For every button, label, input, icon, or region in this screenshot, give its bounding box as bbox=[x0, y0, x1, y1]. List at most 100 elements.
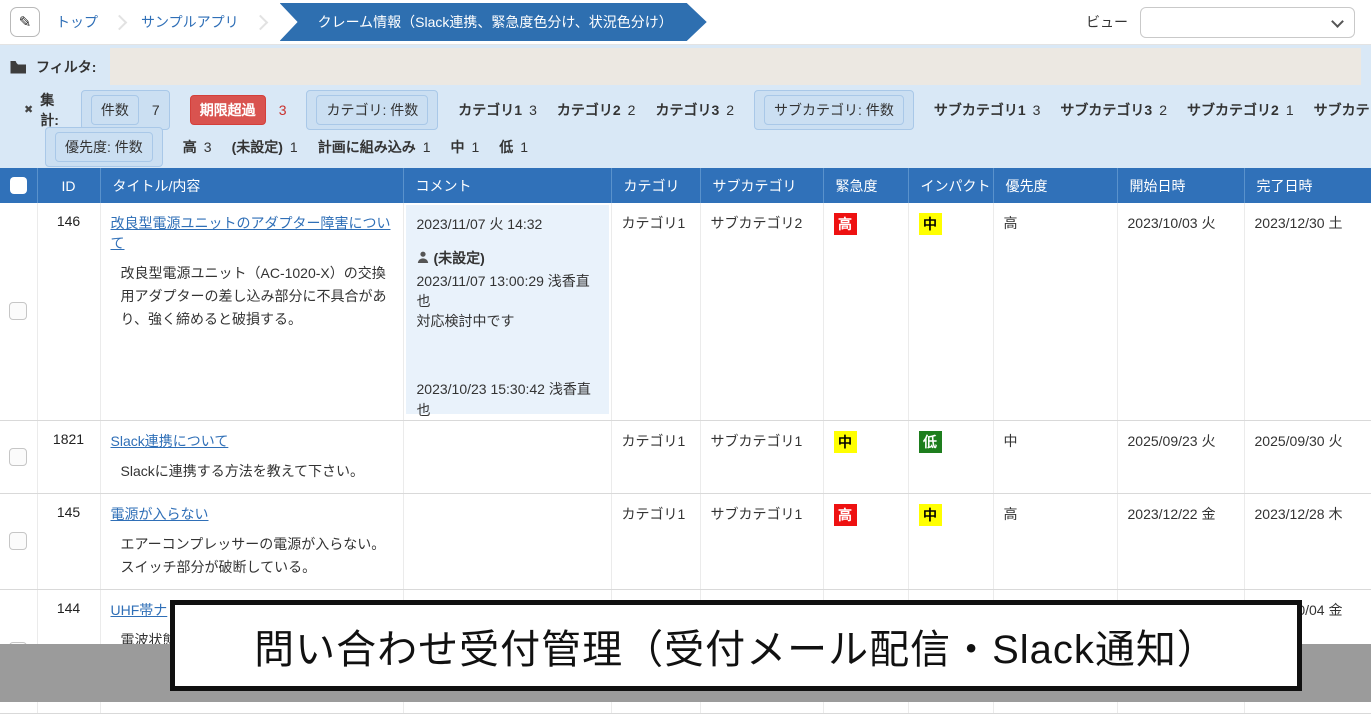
row-impact-cell: 中 bbox=[908, 493, 993, 589]
row-end-date: 2023/12/30 土 bbox=[1244, 203, 1371, 420]
row-priority: 中 bbox=[993, 420, 1117, 493]
column-header-7[interactable]: 優先度 bbox=[993, 168, 1117, 203]
row-id: 1821 bbox=[37, 420, 100, 493]
record-body-text: エアーコンプレッサーの電源が入らない。スイッチ部分が破断している。 bbox=[121, 533, 393, 579]
urgency-badge: 高 bbox=[834, 504, 857, 526]
row-id: 145 bbox=[37, 493, 100, 589]
summary-count: 1 bbox=[520, 139, 528, 155]
row-urgency-cell: 高 bbox=[823, 493, 908, 589]
filter-condition-area[interactable] bbox=[110, 48, 1361, 85]
summary-name: サブカテゴリ1 bbox=[934, 100, 1026, 120]
row-impact-cell: 低 bbox=[908, 420, 993, 493]
summary-chip: 件数 7 bbox=[81, 90, 170, 130]
summary-chip: カテゴリ32 bbox=[655, 100, 734, 120]
summary-count: 3 bbox=[279, 102, 287, 118]
record-title-link[interactable]: Slack連携について bbox=[111, 431, 229, 451]
column-header-2[interactable]: コメント bbox=[403, 168, 611, 203]
breadcrumb-link-top[interactable]: トップ bbox=[56, 12, 98, 32]
summary-badge[interactable]: カテゴリ: 件数 bbox=[316, 95, 428, 125]
record-title-link[interactable]: 電源が入らない bbox=[111, 504, 209, 524]
summary-name: 低 bbox=[499, 137, 513, 157]
summary-name: サブカテゴリ2 bbox=[1187, 100, 1279, 120]
comment-entry: 2023/10/23 15:30:42 浅香直也設計部にも共有願います。 bbox=[417, 379, 598, 420]
row-title-cell: 改良型電源ユニットのアダプター障害について改良型電源ユニット（AC-1020-X… bbox=[100, 203, 403, 420]
breadcrumb: ✎ トップ サンプルアプリ クレーム情報（Slack連携、緊急度色分け、状況色分… bbox=[0, 0, 1371, 45]
column-header-1[interactable]: タイトル/内容 bbox=[100, 168, 403, 203]
comment-message: 対応検討中です bbox=[417, 311, 598, 331]
comment-datetime: 2023/11/07 13:00:29 浅香直也 bbox=[417, 271, 598, 312]
select-all-header-cell bbox=[0, 168, 37, 203]
edit-app-button[interactable]: ✎ bbox=[10, 7, 40, 37]
view-label: ビュー bbox=[1086, 12, 1128, 32]
table-header-row: IDタイトル/内容コメントカテゴリサブカテゴリ緊急度インパクト優先度開始日時完了… bbox=[0, 168, 1371, 203]
column-header-6[interactable]: インパクト bbox=[908, 168, 993, 203]
summary-count: 1 bbox=[423, 139, 431, 155]
summary-chip: 高3 bbox=[183, 137, 212, 157]
record-title-link[interactable]: UHF帯ナ bbox=[111, 600, 168, 620]
summary-name: サブカテゴリ4 bbox=[1314, 100, 1371, 120]
comment-user-name: (未設定) bbox=[434, 248, 485, 268]
summary-name: カテゴリ2 bbox=[557, 100, 621, 120]
row-priority: 高 bbox=[993, 203, 1117, 420]
row-comment-cell bbox=[403, 493, 611, 589]
comment-entry: (未設定) 2023/11/07 13:00:29 浅香直也対応検討中です bbox=[417, 248, 598, 331]
filter-label: フィルタ: bbox=[36, 57, 96, 77]
breadcrumb-active-page[interactable]: クレーム情報（Slack連携、緊急度色分け、状況色分け） bbox=[280, 3, 707, 41]
column-header-4[interactable]: サブカテゴリ bbox=[700, 168, 823, 203]
row-comment-cell bbox=[403, 420, 611, 493]
row-checkbox[interactable] bbox=[9, 302, 27, 320]
row-checkbox-cell bbox=[0, 493, 37, 589]
column-header-3[interactable]: カテゴリ bbox=[611, 168, 700, 203]
breadcrumb-link-sample-app[interactable]: サンプルアプリ bbox=[141, 12, 239, 32]
summary-badge[interactable]: 期限超過 bbox=[190, 95, 266, 125]
record-body-text: Slackに連携する方法を教えて下さい。 bbox=[121, 460, 393, 483]
summary-badge[interactable]: サブカテゴリ: 件数 bbox=[764, 95, 904, 125]
pencil-icon: ✎ bbox=[19, 13, 32, 31]
row-start-date: 2025/09/23 火 bbox=[1117, 420, 1244, 493]
summary-name: カテゴリ3 bbox=[655, 100, 719, 120]
select-all-checkbox[interactable] bbox=[10, 177, 27, 194]
close-icon[interactable]: ✖ bbox=[24, 103, 33, 116]
summary-chip: サブカテゴリ2 1 bbox=[1187, 100, 1294, 120]
row-category: カテゴリ1 bbox=[611, 493, 700, 589]
summary-name: 計画に組み込み bbox=[318, 137, 416, 157]
record-title-link[interactable]: 改良型電源ユニットのアダプター障害について bbox=[111, 213, 393, 253]
summary-count: 7 bbox=[152, 102, 160, 118]
impact-badge: 低 bbox=[919, 431, 942, 453]
row-end-date: 2025/09/30 火 bbox=[1244, 420, 1371, 493]
row-title-cell: Slack連携について Slackに連携する方法を教えて下さい。 bbox=[100, 420, 403, 493]
record-body-text: 改良型電源ユニット（AC-1020-X）の交換用アダプターの差し込み部分に不具合… bbox=[121, 262, 393, 331]
summary-chip: カテゴリ13 bbox=[458, 100, 537, 120]
row-checkbox[interactable] bbox=[9, 448, 27, 466]
summary-count: 3 bbox=[204, 139, 212, 155]
summary-name: サブカテゴリ3 bbox=[1060, 100, 1152, 120]
column-header-9[interactable]: 完了日時 bbox=[1244, 168, 1371, 203]
chevron-right-icon bbox=[112, 14, 128, 30]
row-id: 146 bbox=[37, 203, 100, 420]
summary-chip: サブカテゴリ32 bbox=[1060, 100, 1167, 120]
summary-chip: サブカテゴリ41 bbox=[1314, 100, 1371, 120]
comment-datetime: 2023/10/23 15:30:42 浅香直也 bbox=[417, 379, 598, 420]
row-checkbox[interactable] bbox=[9, 532, 27, 550]
row-urgency-cell: 高 bbox=[823, 203, 908, 420]
summary-badge[interactable]: 件数 bbox=[91, 95, 139, 125]
row-priority: 高 bbox=[993, 493, 1117, 589]
filter-bar: フィルタ: bbox=[0, 45, 1371, 88]
summary-chip: 中1 bbox=[451, 137, 480, 157]
column-header-0[interactable]: ID bbox=[37, 168, 100, 203]
row-checkbox-cell bbox=[0, 420, 37, 493]
summary-chip: サブカテゴリ: 件数 bbox=[754, 90, 914, 130]
summary-chip: サブカテゴリ13 bbox=[934, 100, 1041, 120]
summary-badge[interactable]: 優先度: 件数 bbox=[55, 132, 153, 162]
summary-count: 1 bbox=[1286, 102, 1294, 118]
row-impact-cell: 中 bbox=[908, 203, 993, 420]
row-title-cell: 電源が入らないエアーコンプレッサーの電源が入らない。スイッチ部分が破断している。 bbox=[100, 493, 403, 589]
view-select[interactable] bbox=[1140, 7, 1355, 38]
column-header-8[interactable]: 開始日時 bbox=[1117, 168, 1244, 203]
table-row: 146改良型電源ユニットのアダプター障害について改良型電源ユニット（AC-102… bbox=[0, 203, 1371, 420]
urgency-badge: 中 bbox=[834, 431, 857, 453]
chevron-right-icon bbox=[252, 14, 268, 30]
summary-label: 集計: bbox=[40, 90, 59, 130]
column-header-5[interactable]: 緊急度 bbox=[823, 168, 908, 203]
person-icon bbox=[417, 248, 429, 268]
